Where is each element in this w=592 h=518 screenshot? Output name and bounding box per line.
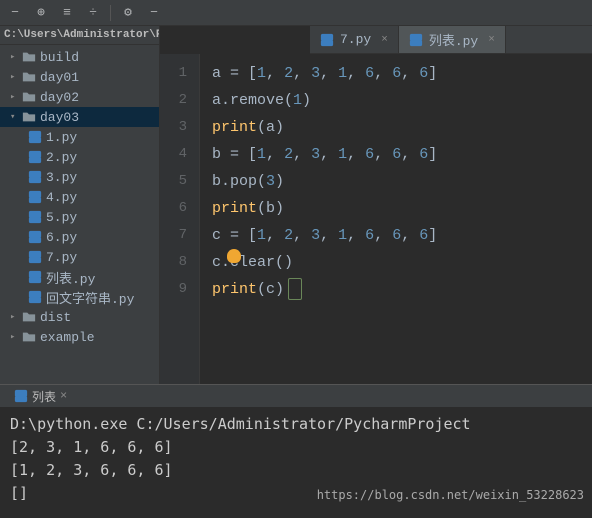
minimize-icon[interactable]: − (6, 4, 24, 22)
folder-icon (22, 70, 36, 84)
tree-folder[interactable]: ▸day01 (0, 67, 159, 87)
python-file-icon (28, 290, 42, 304)
collapse-icon[interactable]: ≡ (58, 4, 76, 22)
output-line: [1, 2, 3, 6, 6, 6] (10, 459, 582, 482)
close-icon[interactable]: × (381, 34, 388, 46)
tree-file[interactable]: 7.py (0, 247, 159, 267)
editor[interactable]: 123456789 a = [1, 2, 3, 1, 6, 6, 6]a.rem… (160, 54, 592, 384)
code-line[interactable]: print(a) (212, 114, 592, 141)
folder-icon (22, 50, 36, 64)
divide-icon[interactable]: ÷ (84, 4, 102, 22)
python-file-icon (28, 210, 42, 224)
separator (110, 5, 111, 21)
chevron-icon: ▾ (10, 112, 18, 122)
editor-tab[interactable]: 列表.py× (399, 26, 506, 53)
python-file-icon (28, 270, 42, 284)
tree-file[interactable]: 6.py (0, 227, 159, 247)
chevron-icon: ▸ (10, 332, 18, 342)
tree-file[interactable]: 回文字符串.py (0, 287, 159, 307)
tree-file[interactable]: 2.py (0, 147, 159, 167)
tree-file[interactable]: 3.py (0, 167, 159, 187)
python-file-icon (28, 250, 42, 264)
hide-icon[interactable]: − (145, 4, 163, 22)
chevron-icon: ▸ (10, 312, 18, 322)
project-tree: ▸build▸day01▸day02▾day031.py2.py3.py4.py… (0, 45, 159, 349)
run-tab[interactable]: 列表 × (6, 388, 75, 405)
tree-file[interactable]: 1.py (0, 127, 159, 147)
code-line[interactable]: print(c) (212, 276, 592, 303)
code-area[interactable]: a = [1, 2, 3, 1, 6, 6, 6]a.remove(1)prin… (200, 54, 592, 384)
code-line[interactable]: b = [1, 2, 3, 1, 6, 6, 6] (212, 141, 592, 168)
editor-tabs: 7.py×列表.py× (310, 26, 592, 54)
chevron-icon: ▸ (10, 92, 18, 102)
code-line[interactable]: a.remove(1) (212, 87, 592, 114)
line-gutter: 123456789 (160, 54, 200, 384)
tree-folder[interactable]: ▸dist (0, 307, 159, 327)
run-tabs: 列表 × (0, 385, 592, 407)
watermark: https://blog.csdn.net/weixin_53228623 (317, 484, 584, 507)
code-line[interactable]: b.pop(3) (212, 168, 592, 195)
folder-icon (22, 310, 36, 324)
close-icon[interactable]: × (488, 34, 495, 46)
tree-folder[interactable]: ▾day03 (0, 107, 159, 127)
tree-folder[interactable]: ▸example (0, 327, 159, 347)
chevron-icon: ▸ (10, 52, 18, 62)
python-file-icon (28, 190, 42, 204)
run-panel: 列表 × D:\python.exe C:/Users/Administrato… (0, 384, 592, 518)
chevron-icon: ▸ (10, 72, 18, 82)
toolbar: − ⊕ ≡ ÷ ⚙ − (0, 0, 592, 26)
close-icon[interactable]: × (60, 389, 67, 403)
python-file-icon (28, 170, 42, 184)
tree-folder[interactable]: ▸build (0, 47, 159, 67)
gear-icon[interactable]: ⚙ (119, 4, 137, 22)
python-file-icon (28, 130, 42, 144)
target-icon[interactable]: ⊕ (32, 4, 50, 22)
python-file-icon (28, 230, 42, 244)
folder-icon (22, 330, 36, 344)
code-line[interactable]: c = [1, 2, 3, 1, 6, 6, 6] (212, 222, 592, 249)
folder-icon (22, 110, 36, 124)
folder-icon (22, 90, 36, 104)
intention-bulb-icon[interactable] (227, 249, 241, 263)
python-file-icon (28, 150, 42, 164)
main: C:\Users\Administrator\P ▸build▸day01▸da… (0, 26, 592, 384)
tree-file[interactable]: 列表.py (0, 267, 159, 287)
code-line[interactable]: c.clear() (212, 249, 592, 276)
code-line[interactable]: print(b) (212, 195, 592, 222)
tree-folder[interactable]: ▸day02 (0, 87, 159, 107)
project-sidebar: C:\Users\Administrator\P ▸build▸day01▸da… (0, 26, 160, 384)
editor-tab[interactable]: 7.py× (310, 26, 399, 53)
tree-file[interactable]: 4.py (0, 187, 159, 207)
output-line: D:\python.exe C:/Users/Administrator/Pyc… (10, 413, 582, 436)
code-line[interactable]: a = [1, 2, 3, 1, 6, 6, 6] (212, 60, 592, 87)
run-output[interactable]: D:\python.exe C:/Users/Administrator/Pyc… (0, 407, 592, 511)
tree-file[interactable]: 5.py (0, 207, 159, 227)
breadcrumb: C:\Users\Administrator\P (0, 26, 159, 45)
output-line: [2, 3, 1, 6, 6, 6] (10, 436, 582, 459)
